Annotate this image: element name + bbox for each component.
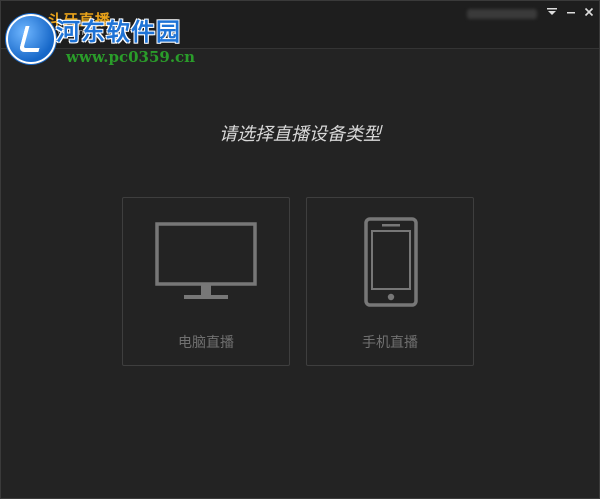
minimize-icon[interactable]: [563, 4, 579, 20]
pc-live-label: 电脑直播: [178, 335, 234, 351]
pc-live-option[interactable]: 电脑直播: [122, 197, 290, 366]
smartphone-icon: [364, 217, 418, 311]
watermark-logo-icon: [6, 14, 56, 64]
monitor-icon: [155, 222, 257, 306]
watermark-site-name: 河东软件园: [56, 18, 181, 46]
dropdown-menu-icon[interactable]: [544, 4, 560, 20]
phone-live-label: 手机直播: [362, 335, 418, 351]
watermark-url: www.pc0359.cn: [66, 48, 196, 66]
close-icon[interactable]: [581, 4, 597, 20]
app-window: 斗牙直播 yacom 请选择直播设备类型 电脑直播 手机直播: [0, 0, 600, 499]
phone-live-option[interactable]: 手机直播: [306, 197, 474, 366]
page-title: 请选择直播设备类型: [219, 124, 381, 145]
account-name-blurred: [467, 9, 537, 19]
